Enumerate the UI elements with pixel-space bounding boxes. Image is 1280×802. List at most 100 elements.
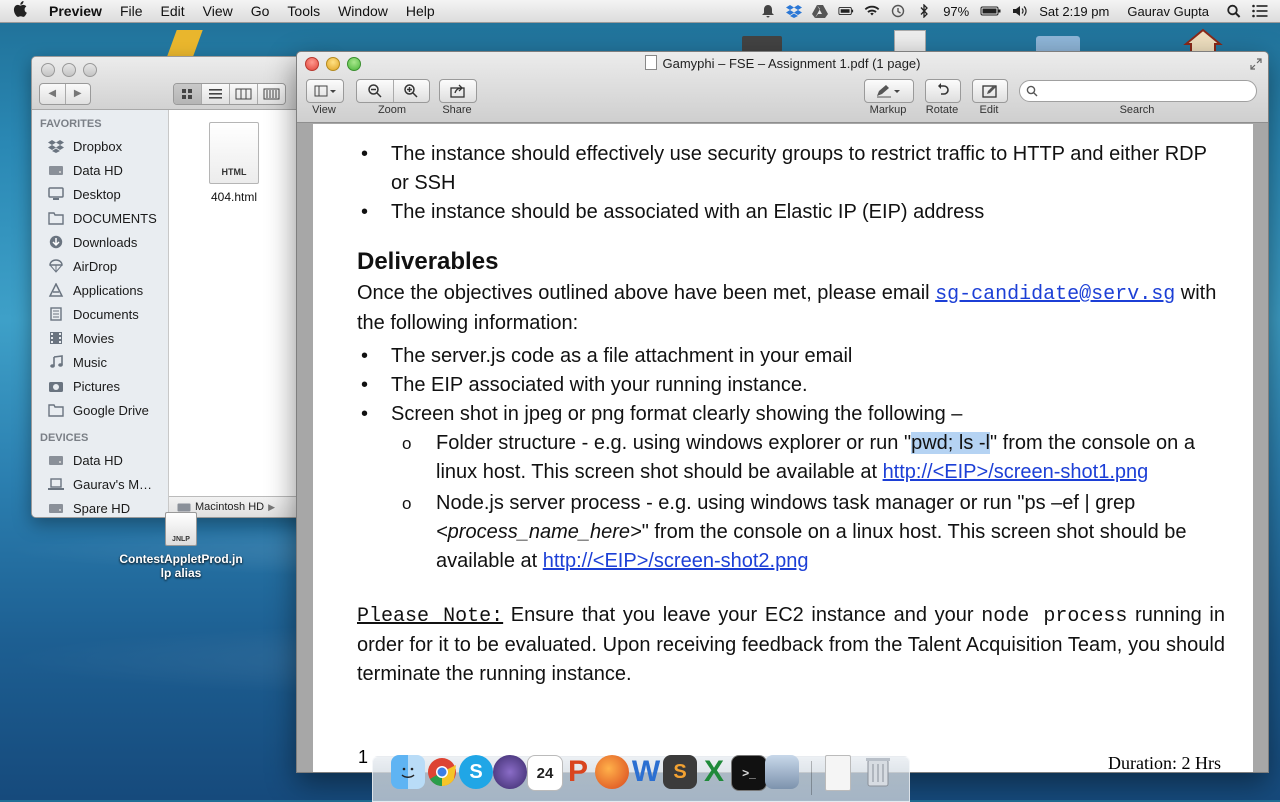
node-process-term: node process — [981, 605, 1128, 628]
dropbox-icon[interactable] — [786, 4, 803, 18]
menu-file[interactable]: File — [111, 3, 152, 19]
notification-center-icon[interactable] — [1252, 4, 1268, 18]
volume-icon[interactable] — [1012, 4, 1028, 18]
sidebar-item-device-macbook[interactable]: Gaurav's M… — [32, 472, 168, 496]
desktop-alias-item[interactable]: JNLP ContestAppletProd.jn lp alias — [108, 512, 254, 580]
finder-zoom-button[interactable] — [83, 63, 97, 77]
hard-drive-icon — [49, 456, 63, 465]
menu-app-name[interactable]: Preview — [40, 3, 111, 19]
menu-go[interactable]: Go — [242, 3, 279, 19]
desktop-item-icon[interactable] — [742, 36, 782, 52]
screenshot1-link[interactable]: http://<EIP>/screen-shot1.png — [883, 461, 1149, 483]
email-link[interactable]: sg-candidate@serv.sg — [935, 283, 1175, 306]
sidebar-item-pictures[interactable]: Pictures — [32, 374, 168, 398]
menu-edit[interactable]: Edit — [152, 3, 194, 19]
icon-view-button[interactable] — [174, 84, 202, 104]
desktop-icon — [48, 187, 64, 200]
zoom-in-icon[interactable] — [394, 80, 430, 102]
view-menu-button[interactable] — [306, 79, 344, 103]
sidebar-item-airdrop[interactable]: AirDrop — [32, 254, 168, 278]
column-view-button[interactable] — [230, 84, 258, 104]
bullet-security-groups: The instance should effectively use secu… — [357, 140, 1225, 198]
screenshot2-link[interactable]: http://<EIP>/screen-shot2.png — [543, 550, 809, 572]
hard-drive-icon — [49, 166, 63, 175]
sidebar-item-desktop[interactable]: Desktop — [32, 182, 168, 206]
finder-dock-icon[interactable] — [391, 755, 425, 789]
time-machine-icon[interactable] — [890, 4, 906, 18]
battery-icon[interactable] — [980, 4, 1002, 18]
sidebar-item-google-drive[interactable]: Google Drive — [32, 398, 168, 422]
menu-help[interactable]: Help — [397, 3, 444, 19]
file-type-label: HTML — [221, 167, 247, 177]
back-arrow-icon[interactable]: ◀ — [40, 84, 66, 104]
finder-minimize-button[interactable] — [62, 63, 76, 77]
terminal-dock-icon[interactable]: >_ — [731, 755, 767, 791]
bluetooth-icon[interactable] — [916, 4, 932, 18]
chrome-dock-icon[interactable] — [425, 755, 459, 789]
forward-arrow-icon[interactable]: ▶ — [66, 84, 91, 104]
menu-tools[interactable]: Tools — [278, 3, 329, 19]
notification-bell-icon[interactable] — [760, 4, 776, 18]
firefox-dock-icon[interactable] — [595, 755, 629, 789]
skype-dock-icon[interactable]: S — [459, 755, 493, 789]
excel-dock-icon[interactable]: X — [697, 755, 731, 789]
share-button[interactable] — [439, 79, 477, 103]
sublime-text-dock-icon[interactable]: S — [663, 755, 697, 789]
preview-dock-icon[interactable] — [765, 755, 799, 789]
wifi-icon[interactable] — [864, 4, 880, 18]
fullscreen-icon[interactable] — [1250, 58, 1262, 70]
selected-text-highlight[interactable]: pwd; ls -l — [911, 432, 990, 454]
menu-window[interactable]: Window — [329, 3, 397, 19]
finder-sidebar: FAVORITES Dropbox Data HD Desktop DOCUME… — [32, 110, 169, 517]
menubar-clock[interactable]: Sat 2:19 pm — [1033, 4, 1115, 19]
apple-menu-icon[interactable] — [0, 0, 40, 22]
sidebar-item-label: Desktop — [73, 186, 121, 202]
folder-icon — [48, 212, 64, 225]
dock: S 24 P W S X >_ — [372, 755, 910, 802]
desktop-home-icon[interactable] — [1182, 28, 1224, 53]
desktop-item-icon[interactable] — [167, 30, 203, 56]
battery-percentage[interactable]: 97% — [937, 4, 975, 19]
document-icon — [50, 307, 62, 321]
sidebar-item-music[interactable]: Music — [32, 350, 168, 374]
sidebar-item-movies[interactable]: Movies — [32, 326, 168, 350]
calendar-dock-icon[interactable]: 24 — [527, 755, 563, 791]
window-title-text: Gamyphi – FSE – Assignment 1.pdf (1 page… — [662, 56, 921, 71]
menubar-user[interactable]: Gaurav Gupta — [1115, 4, 1221, 19]
google-drive-icon[interactable] — [812, 4, 829, 18]
search-icon — [1026, 85, 1038, 97]
search-field[interactable] — [1019, 80, 1257, 102]
file-item[interactable]: HTML 404.html — [199, 122, 269, 204]
edit-button[interactable] — [972, 79, 1008, 103]
sidebar-item-label: Data HD — [73, 452, 123, 468]
sidebar-item-label: Pictures — [73, 378, 120, 394]
finder-nav-buttons: ◀ ▶ — [39, 83, 91, 105]
sidebar-item-applications[interactable]: Applications — [32, 278, 168, 302]
sidebar-item-device-data-hd[interactable]: Data HD — [32, 448, 168, 472]
documents-stack-dock-icon[interactable] — [825, 755, 851, 791]
battery-status-icon[interactable] — [838, 4, 854, 18]
trash-dock-icon[interactable] — [861, 755, 895, 789]
word-dock-icon[interactable]: W — [629, 755, 663, 789]
sidebar-item-data-hd[interactable]: Data HD — [32, 158, 168, 182]
sidebar-item-downloads[interactable]: Downloads — [32, 230, 168, 254]
sidebar-item-documents-folder[interactable]: DOCUMENTS — [32, 206, 168, 230]
bullet-eip: The EIP associated with your running ins… — [357, 371, 1225, 400]
list-view-button[interactable] — [202, 84, 230, 104]
rotate-button[interactable] — [925, 79, 961, 103]
zoom-out-icon[interactable] — [357, 80, 394, 102]
share-icon — [440, 80, 476, 102]
spotlight-search-icon[interactable] — [1226, 4, 1242, 18]
finder-close-button[interactable] — [41, 63, 55, 77]
eclipse-dock-icon[interactable] — [493, 755, 527, 789]
menu-view[interactable]: View — [194, 3, 242, 19]
powerpoint-dock-icon[interactable]: P — [561, 755, 595, 789]
desktop-folder-icon[interactable] — [1036, 36, 1080, 52]
please-note-paragraph: Please Note: Ensure that you leave your … — [357, 601, 1225, 689]
sidebar-item-documents[interactable]: Documents — [32, 302, 168, 326]
calendar-day: 24 — [536, 764, 554, 782]
sidebar-item-dropbox[interactable]: Dropbox — [32, 134, 168, 158]
cover-flow-view-button[interactable] — [258, 84, 285, 104]
music-note-icon — [50, 355, 63, 368]
markup-button[interactable] — [864, 79, 914, 103]
